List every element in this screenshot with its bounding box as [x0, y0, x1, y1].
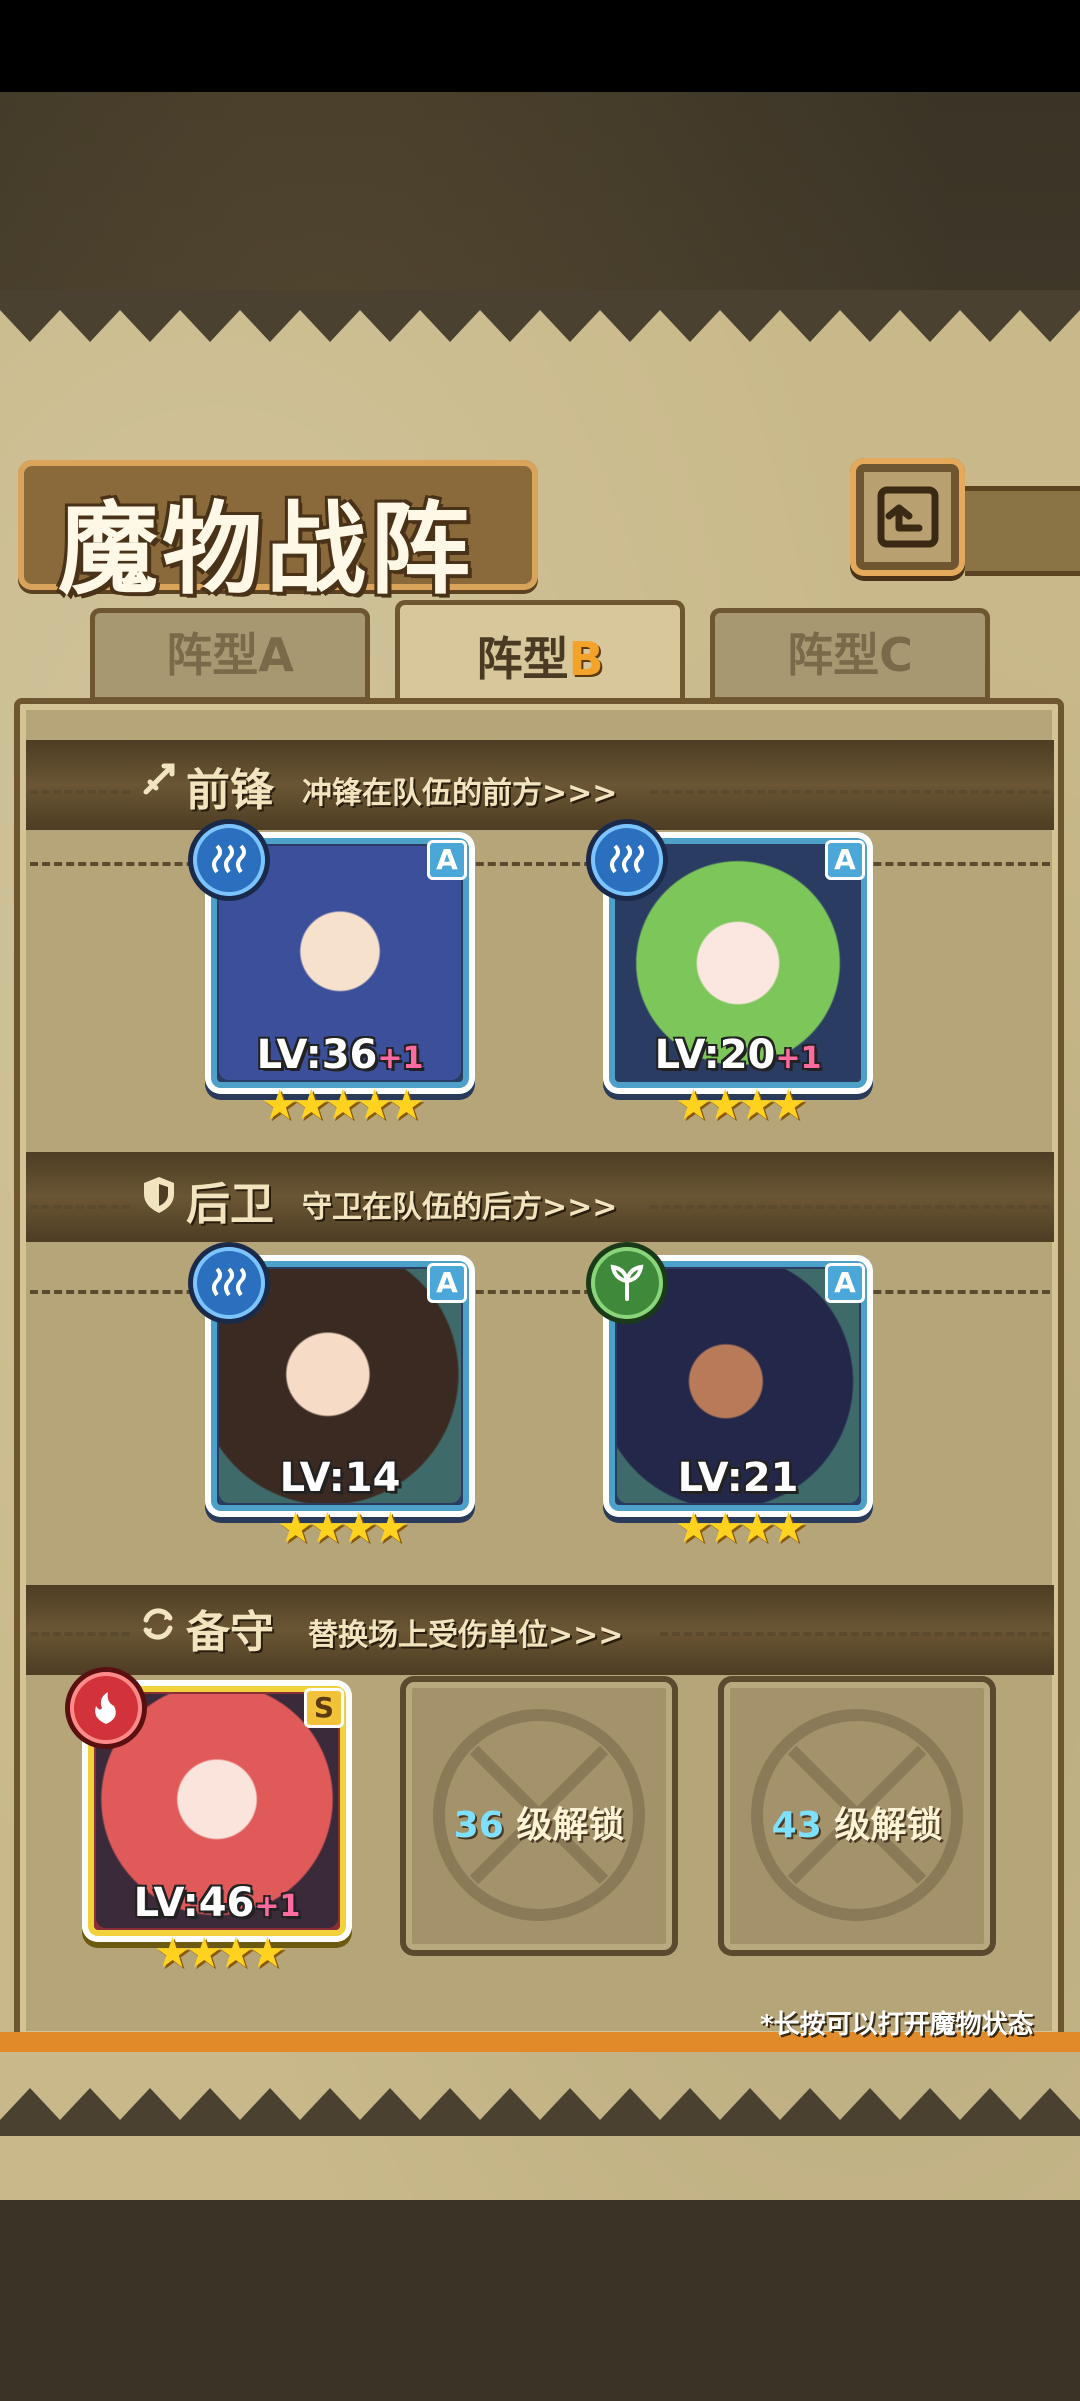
- top-zigzag-edge: [0, 290, 1080, 342]
- unlock-level-text: 36 级解锁: [400, 1796, 678, 1848]
- level-bonus: +1: [254, 1889, 301, 1924]
- section-subtitle-rear: 守卫在队伍的后方>>>: [302, 1190, 618, 1225]
- rank-badge: A: [825, 840, 865, 880]
- divider: [30, 1632, 130, 1636]
- rank-badge: A: [427, 840, 467, 880]
- tab-formation-a[interactable]: 阵型A: [90, 608, 370, 702]
- monster-card-rear-1[interactable]: A LV:14 ★★★★: [193, 1247, 475, 1552]
- divider: [30, 862, 1050, 866]
- fire-element-icon: [70, 1672, 142, 1744]
- level-bonus: +1: [377, 1041, 424, 1076]
- level-label: LV:46+1: [82, 1880, 352, 1926]
- leaf-element-icon: [591, 1247, 663, 1319]
- monster-card-reserve-1[interactable]: S LV:46+1 ★★★★: [70, 1672, 352, 1977]
- divider: [660, 1632, 1050, 1636]
- divider: [30, 1205, 130, 1209]
- back-button[interactable]: [850, 458, 965, 576]
- section-title-rear: 后卫: [186, 1179, 274, 1230]
- monster-card-rear-2[interactable]: A LV:21 ★★★★: [591, 1247, 873, 1552]
- locked-slot-2[interactable]: 43 级解锁: [718, 1676, 996, 1956]
- tab-formation-b[interactable]: 阵型B: [395, 600, 685, 710]
- water-element-icon: [193, 824, 265, 896]
- sword-icon: [143, 763, 175, 795]
- unlock-level-text: 43 级解锁: [718, 1796, 996, 1848]
- tab-label-prefix: 阵型: [476, 632, 569, 686]
- rank-badge: S: [304, 1688, 344, 1728]
- divider: [30, 1290, 1050, 1294]
- unlock-level-label: 级解锁: [834, 1805, 943, 1846]
- status-bar: [0, 0, 1080, 92]
- monster-card-front-2[interactable]: A LV:20+1 ★★★★: [591, 824, 873, 1129]
- divider: [650, 790, 1050, 794]
- section-title-front: 前锋: [186, 765, 274, 816]
- tab-label-letter: B: [568, 632, 604, 686]
- bottom-zigzag-edge: [0, 2088, 1080, 2136]
- level-value: LV:46: [133, 1880, 255, 1926]
- level-value: LV:14: [279, 1455, 401, 1501]
- unlock-level-number: 43: [771, 1805, 822, 1846]
- star-rating: ★★★★: [276, 1503, 410, 1552]
- long-press-hint: *长按可以打开魔物状态: [760, 2010, 1034, 2040]
- star-rating: ★★★★: [674, 1080, 808, 1129]
- locked-slot-1[interactable]: 36 级解锁: [400, 1676, 678, 1956]
- level-value: LV:36: [256, 1032, 378, 1078]
- shield-icon: [144, 1177, 174, 1213]
- unlock-level-label: 级解锁: [516, 1805, 625, 1846]
- back-arrow-icon: [877, 486, 939, 548]
- level-label: LV:14: [205, 1455, 475, 1501]
- level-value: LV:20: [654, 1032, 776, 1078]
- section-subtitle-reserve: 替换场上受伤单位>>>: [308, 1618, 624, 1653]
- divider: [30, 790, 130, 794]
- section-subtitle-front: 冲锋在队伍的前方>>>: [302, 776, 618, 811]
- star-rating: ★★★★: [674, 1503, 808, 1552]
- star-rating: ★★★★: [153, 1928, 287, 1977]
- swap-icon: [143, 1608, 173, 1640]
- monster-card-front-1[interactable]: A LV:36+1 ★★★★★: [193, 824, 475, 1129]
- star-rating: ★★★★★: [260, 1080, 425, 1129]
- water-element-icon: [193, 1247, 265, 1319]
- level-value: LV:21: [677, 1455, 799, 1501]
- tab-label: 阵型A: [166, 628, 294, 682]
- back-button-strip: [965, 486, 1080, 576]
- unlock-level-number: 36: [453, 1805, 504, 1846]
- level-label: LV:36+1: [205, 1032, 475, 1078]
- divider: [650, 1205, 1050, 1209]
- level-bonus: +1: [775, 1041, 822, 1076]
- bottom-map-strip: [0, 2200, 1080, 2401]
- section-title-reserve: 备守: [186, 1607, 274, 1658]
- rank-badge: A: [427, 1263, 467, 1303]
- tab-formation-c[interactable]: 阵型C: [710, 608, 990, 702]
- page-title: 魔物战阵: [58, 490, 474, 608]
- tab-label: 阵型C: [787, 628, 913, 682]
- water-element-icon: [591, 824, 663, 896]
- level-label: LV:20+1: [603, 1032, 873, 1078]
- level-label: LV:21: [603, 1455, 873, 1501]
- rank-badge: A: [825, 1263, 865, 1303]
